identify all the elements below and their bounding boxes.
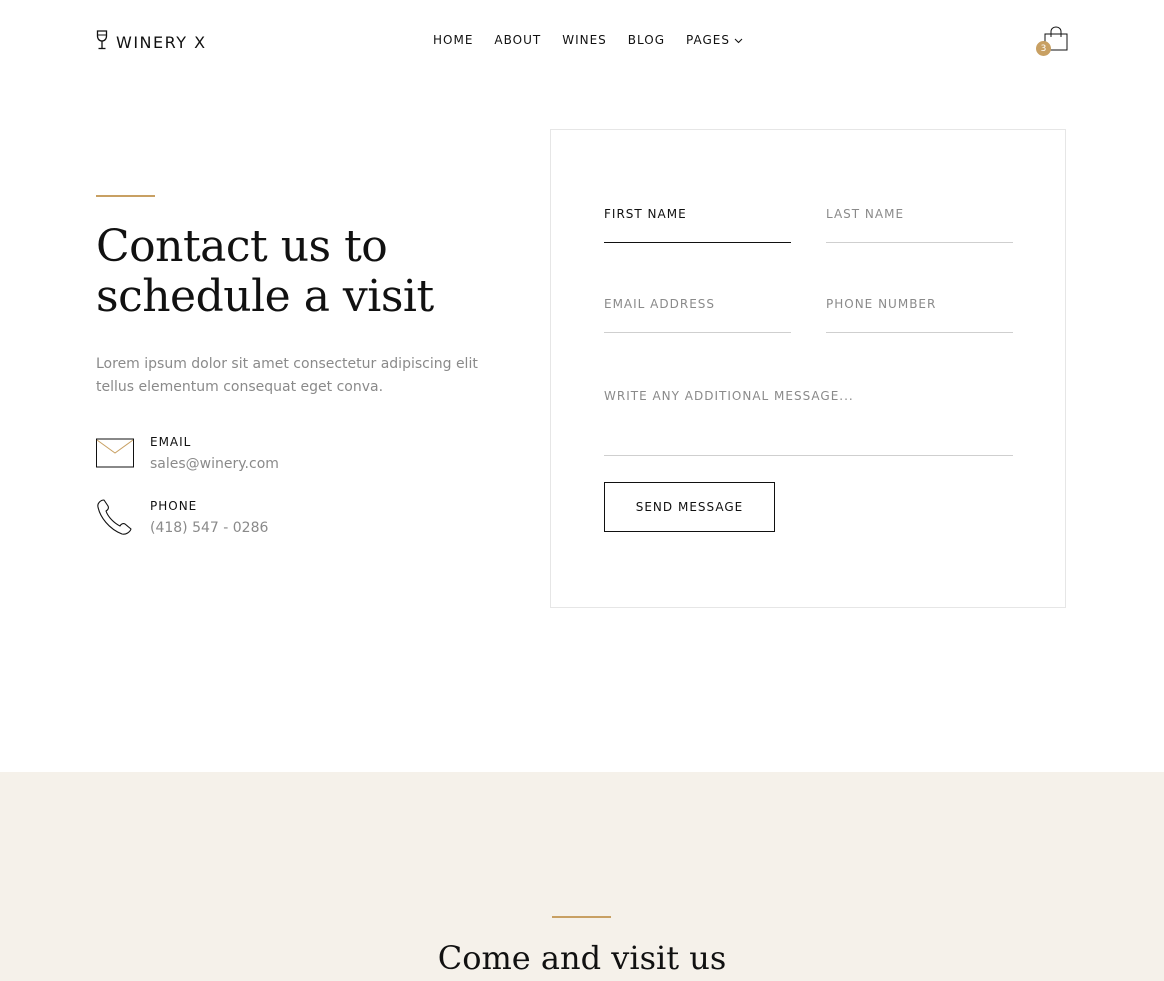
phone-label: PHONE [150, 499, 198, 513]
page-title: Contact us to schedule a visit [96, 221, 434, 322]
phone-icon [96, 498, 134, 536]
nav-item-home[interactable]: HOME [433, 33, 473, 47]
nav-item-blog[interactable]: BLOG [628, 33, 665, 47]
nav-item-about[interactable]: ABOUT [494, 33, 541, 47]
chevron-down-icon [734, 33, 743, 47]
cart-button[interactable]: 3 [1036, 24, 1070, 58]
logo[interactable]: WINERY X [96, 30, 207, 55]
cart-count-badge: 3 [1036, 41, 1051, 56]
logo-text: WINERY X [116, 33, 207, 52]
email-info: EMAIL sales@winery.com [96, 434, 279, 472]
contact-form-card: SEND MESSAGE [550, 129, 1066, 608]
phone-value[interactable]: (418) 547 - 0286 [150, 520, 268, 536]
site-header: WINERY X HOME ABOUT WINES BLOG PAGES 3 [0, 0, 1164, 82]
email-label: EMAIL [150, 435, 192, 449]
intro-text: Lorem ipsum dolor sit amet consectetur a… [96, 356, 478, 395]
phone-info: PHONE (418) 547 - 0286 [96, 498, 268, 536]
nav-item-pages[interactable]: PAGES [686, 33, 743, 47]
visit-title: Come and visit us [437, 939, 727, 977]
phone-input[interactable] [826, 297, 1013, 311]
nav-item-wines[interactable]: WINES [562, 33, 607, 47]
email-input[interactable] [604, 297, 791, 311]
envelope-icon [96, 434, 134, 472]
wine-glass-icon [96, 30, 108, 55]
message-input[interactable] [604, 389, 1013, 449]
first-name-field [604, 199, 791, 243]
first-name-input[interactable] [604, 207, 791, 221]
last-name-input[interactable] [826, 207, 1013, 221]
email-value[interactable]: sales@winery.com [150, 456, 279, 472]
send-message-button[interactable]: SEND MESSAGE [604, 482, 775, 532]
heading-accent-line [96, 195, 155, 197]
visit-accent-line [552, 916, 611, 918]
message-field [604, 380, 1013, 456]
nav-item-pages-label: PAGES [686, 33, 730, 47]
phone-field [826, 289, 1013, 333]
email-field [604, 289, 791, 333]
visit-section: Come and visit us [0, 772, 1164, 981]
main-nav: HOME ABOUT WINES BLOG PAGES [433, 33, 743, 47]
last-name-field [826, 199, 1013, 243]
